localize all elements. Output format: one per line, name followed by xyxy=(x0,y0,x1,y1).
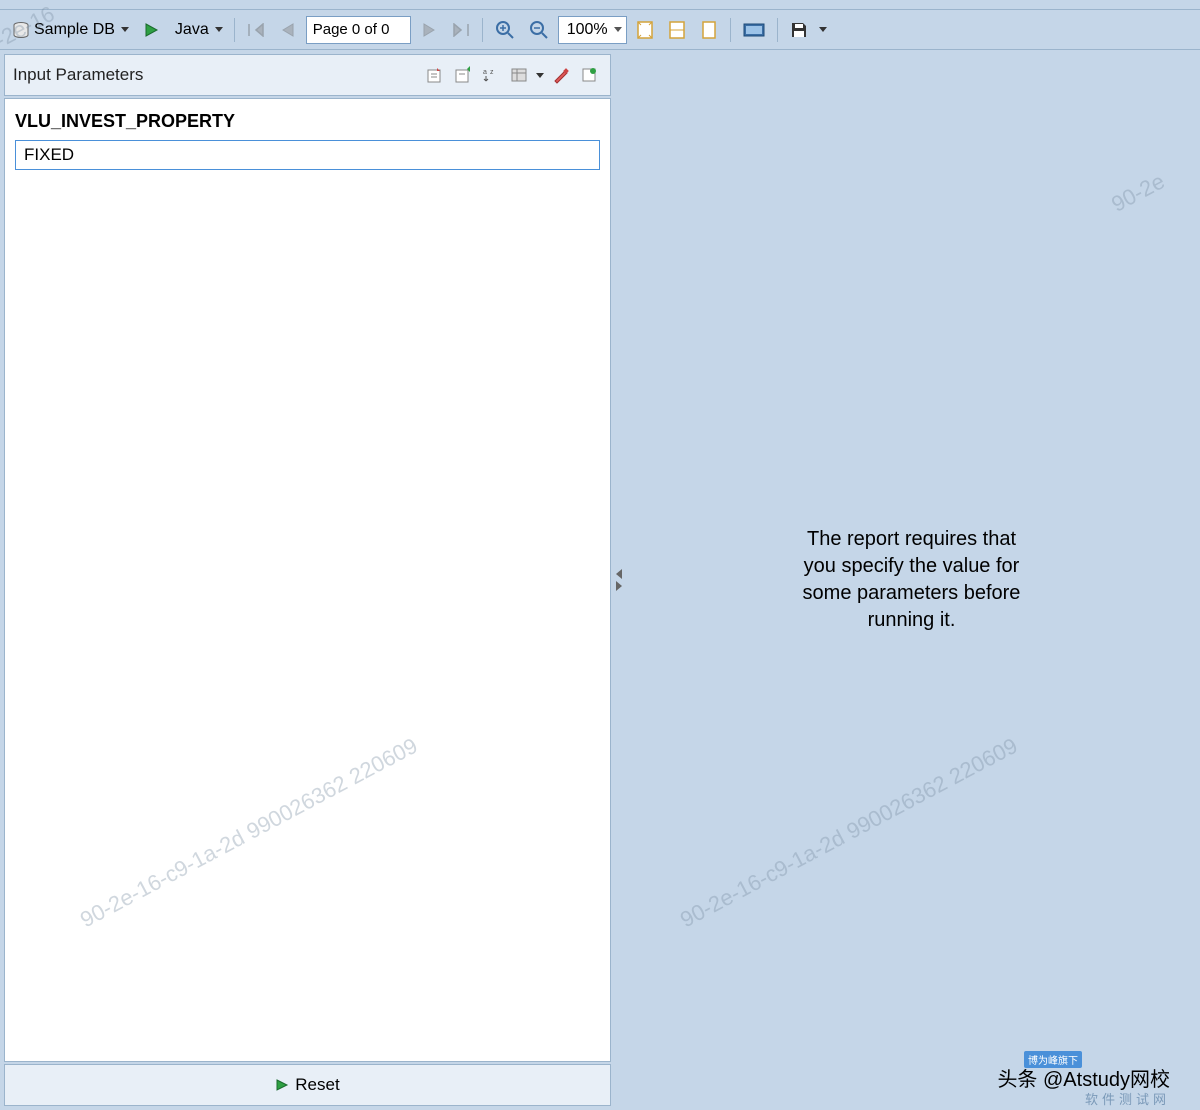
page-input[interactable] xyxy=(306,16,411,44)
report-preview-pane: The report requires that you specify the… xyxy=(623,50,1200,1110)
language-label: Java xyxy=(175,21,209,39)
zoom-in-button[interactable] xyxy=(490,16,520,44)
parameter-value-input[interactable] xyxy=(15,140,600,170)
separator xyxy=(482,18,483,42)
view-options-caret[interactable] xyxy=(536,73,544,78)
reset-button[interactable]: Reset xyxy=(4,1064,611,1106)
pin-button[interactable] xyxy=(576,62,602,88)
tab-strip xyxy=(0,0,1200,10)
footer-text: 头条 @Atstudy网校 xyxy=(997,1063,1170,1092)
fit-width-button[interactable] xyxy=(663,16,691,44)
parameters-pane: Input Parameters az xyxy=(0,50,615,1110)
main-toolbar: Sample DB Java 100% xyxy=(0,10,1200,50)
caret-down-icon xyxy=(121,27,129,32)
report-message: The report requires that you specify the… xyxy=(802,526,1022,634)
database-icon xyxy=(12,21,30,39)
save-button[interactable] xyxy=(785,16,813,44)
separator xyxy=(234,18,235,42)
run-icon xyxy=(275,1078,289,1092)
prev-page-button[interactable] xyxy=(274,16,302,44)
splitter[interactable] xyxy=(615,50,623,1110)
main-area: Input Parameters az xyxy=(0,50,1200,1110)
panel-toolbar: az xyxy=(422,62,602,88)
zoom-out-button[interactable] xyxy=(524,16,554,44)
svg-text:z: z xyxy=(490,69,494,76)
first-page-button[interactable] xyxy=(242,16,270,44)
zoom-select[interactable]: 100% xyxy=(558,16,627,44)
import-param-button[interactable] xyxy=(450,62,476,88)
panel-header: Input Parameters az xyxy=(4,54,611,96)
add-param-button[interactable] xyxy=(422,62,448,88)
footer-attribution: 头条 @Atstudy网校 xyxy=(997,1063,1170,1092)
zoom-value: 100% xyxy=(567,21,608,39)
last-page-button[interactable] xyxy=(447,16,475,44)
caret-down-icon xyxy=(215,27,223,32)
splitter-handle xyxy=(616,569,622,591)
separator xyxy=(777,18,778,42)
separator xyxy=(730,18,731,42)
view-mode-button[interactable] xyxy=(738,16,770,44)
run-button[interactable] xyxy=(137,16,165,44)
view-options-button[interactable] xyxy=(506,62,532,88)
fit-page-button[interactable] xyxy=(631,16,659,44)
clear-button[interactable] xyxy=(548,62,574,88)
language-dropdown[interactable]: Java xyxy=(169,16,227,44)
parameter-name: VLU_INVEST_PROPERTY xyxy=(15,111,600,132)
save-dropdown-caret[interactable] xyxy=(819,27,827,32)
caret-down-icon xyxy=(614,27,622,32)
datasource-label: Sample DB xyxy=(34,21,115,39)
footer-sub: 软件测试网 xyxy=(1085,1089,1170,1108)
next-page-button[interactable] xyxy=(415,16,443,44)
svg-text:a: a xyxy=(483,69,487,76)
parameters-body: VLU_INVEST_PROPERTY xyxy=(4,98,611,1062)
panel-title: Input Parameters xyxy=(13,65,422,85)
actual-size-button[interactable] xyxy=(695,16,723,44)
reset-label: Reset xyxy=(295,1075,339,1095)
sort-button[interactable]: az xyxy=(478,62,504,88)
datasource-dropdown[interactable]: Sample DB xyxy=(6,16,133,44)
